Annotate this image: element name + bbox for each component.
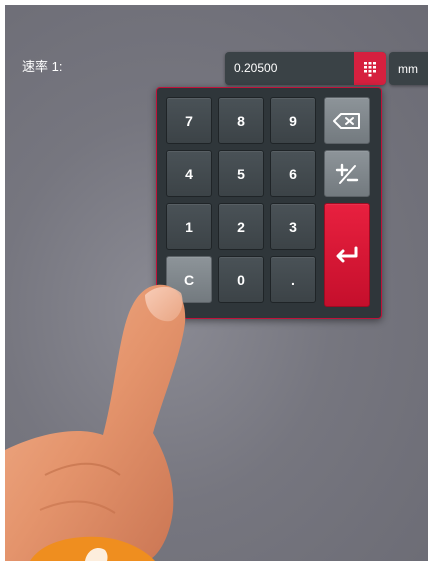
app-screen: 速率 1: 0.20500 mm 7 8 9 4 5 6 1 2 3 C 0 . (5, 5, 428, 561)
key-1[interactable]: 1 (166, 203, 212, 250)
key-4[interactable]: 4 (166, 150, 212, 197)
decimal-point-key[interactable]: . (270, 256, 316, 303)
numeric-keypad: 7 8 9 4 5 6 1 2 3 C 0 . (156, 87, 382, 319)
plus-minus-icon (335, 163, 359, 184)
key-0[interactable]: 0 (218, 256, 264, 303)
clear-button[interactable]: C (166, 256, 212, 303)
key-8[interactable]: 8 (218, 97, 264, 144)
backspace-icon (333, 112, 360, 129)
unit-field[interactable]: mm (389, 52, 428, 85)
rate-value-text: 0.20500 (234, 61, 278, 75)
enter-button[interactable] (324, 203, 370, 307)
key-3[interactable]: 3 (270, 203, 316, 250)
keypad-grid-icon (364, 61, 376, 76)
key-5[interactable]: 5 (218, 150, 264, 197)
key-2[interactable]: 2 (218, 203, 264, 250)
rate-label: 速率 1: (22, 59, 63, 74)
rate-value-field[interactable]: 0.20500 (225, 52, 386, 85)
enter-icon (336, 246, 358, 263)
keypad-toggle-button[interactable] (354, 52, 386, 85)
backspace-button[interactable] (324, 97, 370, 144)
key-9[interactable]: 9 (270, 97, 316, 144)
unit-text: mm (398, 62, 418, 76)
key-7[interactable]: 7 (166, 97, 212, 144)
plus-minus-button[interactable] (324, 150, 370, 197)
key-6[interactable]: 6 (270, 150, 316, 197)
